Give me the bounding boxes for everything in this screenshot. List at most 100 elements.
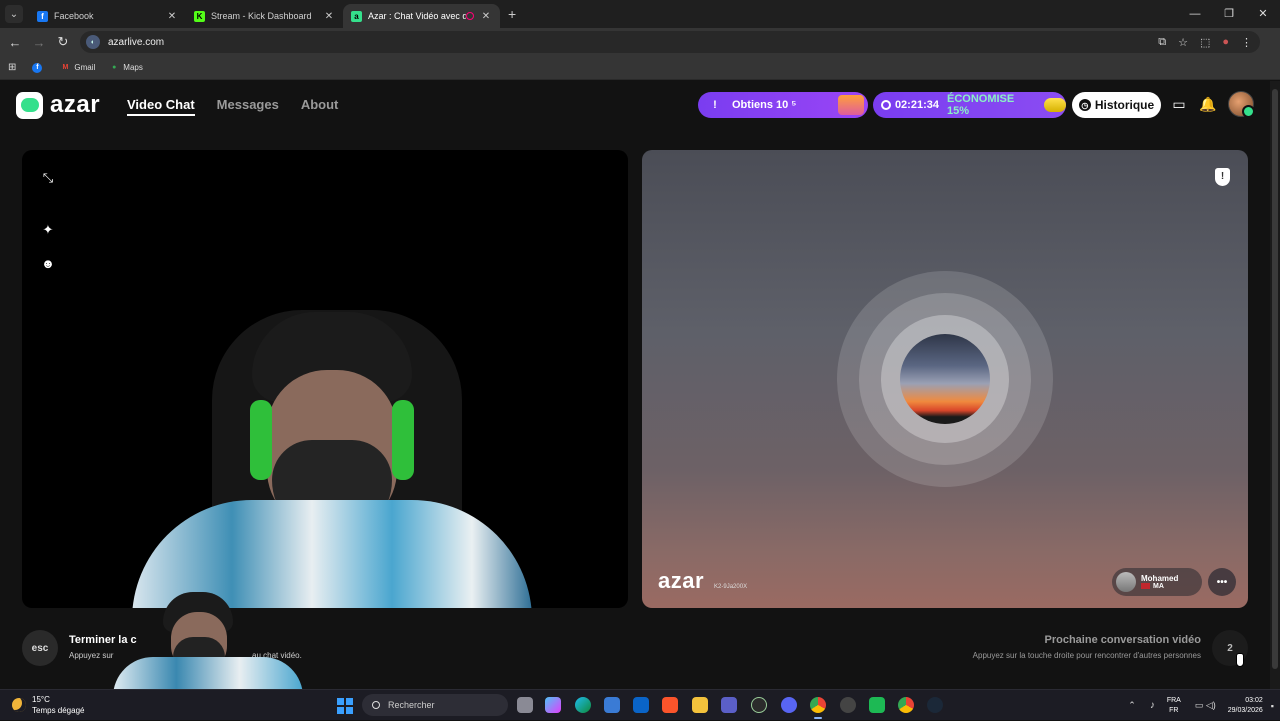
local-video-panel: ⤡ ✦ ☻: [22, 150, 628, 608]
azar-app: azar Video Chat Messages About ! Obtiens…: [0, 81, 1270, 689]
forward-icon[interactable]: →: [27, 35, 51, 50]
discord-icon[interactable]: [781, 697, 797, 713]
site-info-icon[interactable]: ◐: [86, 35, 100, 49]
url-text[interactable]: azarlive.com: [108, 37, 164, 48]
kick-icon: K: [194, 10, 205, 22]
copilot-icon[interactable]: [545, 697, 561, 713]
system-tray: ⌃ ♪ FRA FR ▭ ◁) 03:02 29/03/2026 ▪: [1128, 690, 1280, 721]
moon-icon: [12, 698, 26, 712]
weather-temp: 15°C: [32, 695, 50, 704]
language-indicator[interactable]: FRA FR: [1167, 696, 1181, 716]
tray-overflow-icon[interactable]: ⌃: [1128, 700, 1136, 711]
omnibox-actions: ⧉ ☆ ⬚ ● ⋮: [1158, 31, 1252, 53]
bell-icon[interactable]: 🔔: [1199, 95, 1217, 113]
store-icon[interactable]: ▭: [1170, 95, 1188, 113]
azar-logo[interactable]: azar: [16, 91, 100, 119]
magic-effects-icon[interactable]: ✦: [40, 222, 56, 238]
clock-icon: [881, 100, 891, 110]
user-avatar[interactable]: [1228, 91, 1255, 118]
user-profile-chip[interactable]: Mohamed MA: [1112, 568, 1202, 596]
apps-grid-icon[interactable]: ⊞: [8, 62, 16, 73]
nav-messages[interactable]: Messages: [217, 97, 279, 116]
restore-icon[interactable]: ❐: [1212, 0, 1246, 28]
outlook-icon[interactable]: [633, 697, 649, 713]
close-tab-icon[interactable]: ✕: [323, 11, 335, 22]
bookmark-gmail[interactable]: M Gmail: [60, 63, 95, 73]
alert-icon: !: [713, 99, 717, 111]
chrome-profile-icon[interactable]: [898, 697, 914, 713]
next-chat-hint: Appuyez sur la touche droite pour rencon…: [972, 651, 1201, 660]
timed-discount-button[interactable]: 02:21:34 ÉCONOMISE 15%: [873, 92, 1066, 118]
close-window-icon[interactable]: ✕: [1246, 0, 1280, 28]
treasure-chest-icon: [838, 95, 864, 115]
page-scrollbar[interactable]: [1270, 81, 1280, 689]
tab-title: Azar : Chat Vidéo avec de n: [368, 11, 466, 21]
tab-search-button[interactable]: ⌄: [5, 5, 23, 23]
azar-logo-icon: [16, 91, 43, 119]
bookmark-star-icon[interactable]: ☆: [1178, 36, 1188, 49]
omnibox[interactable]: ◐ azarlive.com ⧉ ☆ ⬚ ● ⋮: [80, 31, 1260, 53]
back-icon[interactable]: ←: [3, 35, 27, 50]
store-app-icon[interactable]: [604, 697, 620, 713]
steam-icon[interactable]: [927, 697, 943, 713]
taskbar-clock[interactable]: 03:02 29/03/2026: [1228, 696, 1263, 716]
close-tab-icon[interactable]: ✕: [166, 11, 178, 22]
report-shield-icon[interactable]: !: [1215, 168, 1230, 186]
start-button[interactable]: [337, 698, 353, 714]
reload-icon[interactable]: ↻: [51, 34, 75, 50]
bookmark-facebook[interactable]: f: [32, 62, 46, 73]
nav-about[interactable]: About: [301, 97, 339, 116]
azar-icon: a: [351, 10, 362, 22]
remote-user-avatar: [1116, 572, 1136, 592]
face-filter-icon[interactable]: ☻: [40, 256, 56, 272]
streaming-app-icon[interactable]: [869, 697, 885, 713]
microphone-icon[interactable]: ♪: [1150, 700, 1155, 711]
profile-icon[interactable]: ●: [1222, 36, 1229, 48]
maps-icon: ●: [112, 64, 117, 71]
coins-icon: [1044, 98, 1066, 112]
bookmark-label: Maps: [123, 63, 143, 72]
end-chat-key[interactable]: esc: [22, 630, 58, 666]
window-controls: — ❐ ✕: [1178, 0, 1280, 28]
network-volume-icon[interactable]: ▭ ◁): [1195, 700, 1216, 711]
taskbar-search[interactable]: Rechercher: [362, 694, 508, 716]
watermark-logo: azar: [658, 568, 705, 593]
extensions-icon[interactable]: ⬚: [1200, 36, 1210, 49]
windows-taskbar: 15°C Temps dégagé Rechercher ⌃ ♪ FRA FR …: [0, 689, 1280, 720]
bookmark-maps[interactable]: ● Maps: [109, 63, 143, 73]
chat-bubble-icon[interactable]: •••: [1208, 568, 1236, 596]
minimize-video-icon[interactable]: ⤡: [40, 170, 56, 186]
clock-date: 29/03/2026: [1227, 706, 1263, 714]
facebook-icon: f: [37, 10, 48, 22]
history-button[interactable]: ◷ Historique: [1072, 92, 1161, 118]
task-view-icon[interactable]: [517, 697, 533, 713]
app-icon-2[interactable]: [840, 697, 856, 713]
tab-facebook[interactable]: f Facebook ✕: [29, 4, 186, 28]
minimize-icon[interactable]: —: [1178, 0, 1212, 28]
bookmarks-bar: ⊞ f M Gmail ● Maps: [0, 56, 1280, 80]
edge-icon[interactable]: [575, 697, 591, 713]
azar-watermark: azar K2-9Ja200X: [658, 568, 747, 594]
weather-widget[interactable]: 15°C Temps dégagé: [12, 694, 84, 716]
notifications-icon[interactable]: ▪: [1271, 701, 1274, 711]
install-app-icon[interactable]: ⧉: [1158, 36, 1166, 49]
tab-kick-dashboard[interactable]: K Stream - Kick Dashboard ✕: [186, 4, 343, 28]
search-icon: [372, 701, 380, 709]
new-tab-button[interactable]: +: [508, 6, 516, 22]
discount-label: ÉCONOMISE 15%: [946, 93, 1015, 117]
close-tab-icon[interactable]: ✕: [480, 11, 492, 22]
address-bar: ← → ↻ ◐ azarlive.com ⧉ ☆ ⬚ ● ⋮: [0, 28, 1280, 56]
nav-video-chat[interactable]: Video Chat: [127, 97, 195, 116]
gems-offer-button[interactable]: ! Obtiens 10 ⁵: [698, 92, 868, 118]
azar-logo-text: azar: [50, 91, 101, 118]
file-explorer-icon[interactable]: [692, 697, 708, 713]
remote-video-panel: ! azar K2-9Ja200X Mohamed MA •••: [642, 150, 1248, 608]
chrome-icon[interactable]: [810, 697, 826, 719]
teams-icon[interactable]: [721, 697, 737, 713]
brave-icon[interactable]: [662, 697, 678, 713]
clock-time: 03:02: [1245, 696, 1263, 704]
app-icon[interactable]: [751, 697, 767, 713]
history-icon: ◷: [1078, 99, 1091, 111]
menu-icon[interactable]: ⋮: [1241, 36, 1252, 49]
tab-azar[interactable]: a Azar : Chat Vidéo avec de n ✕: [343, 4, 500, 28]
